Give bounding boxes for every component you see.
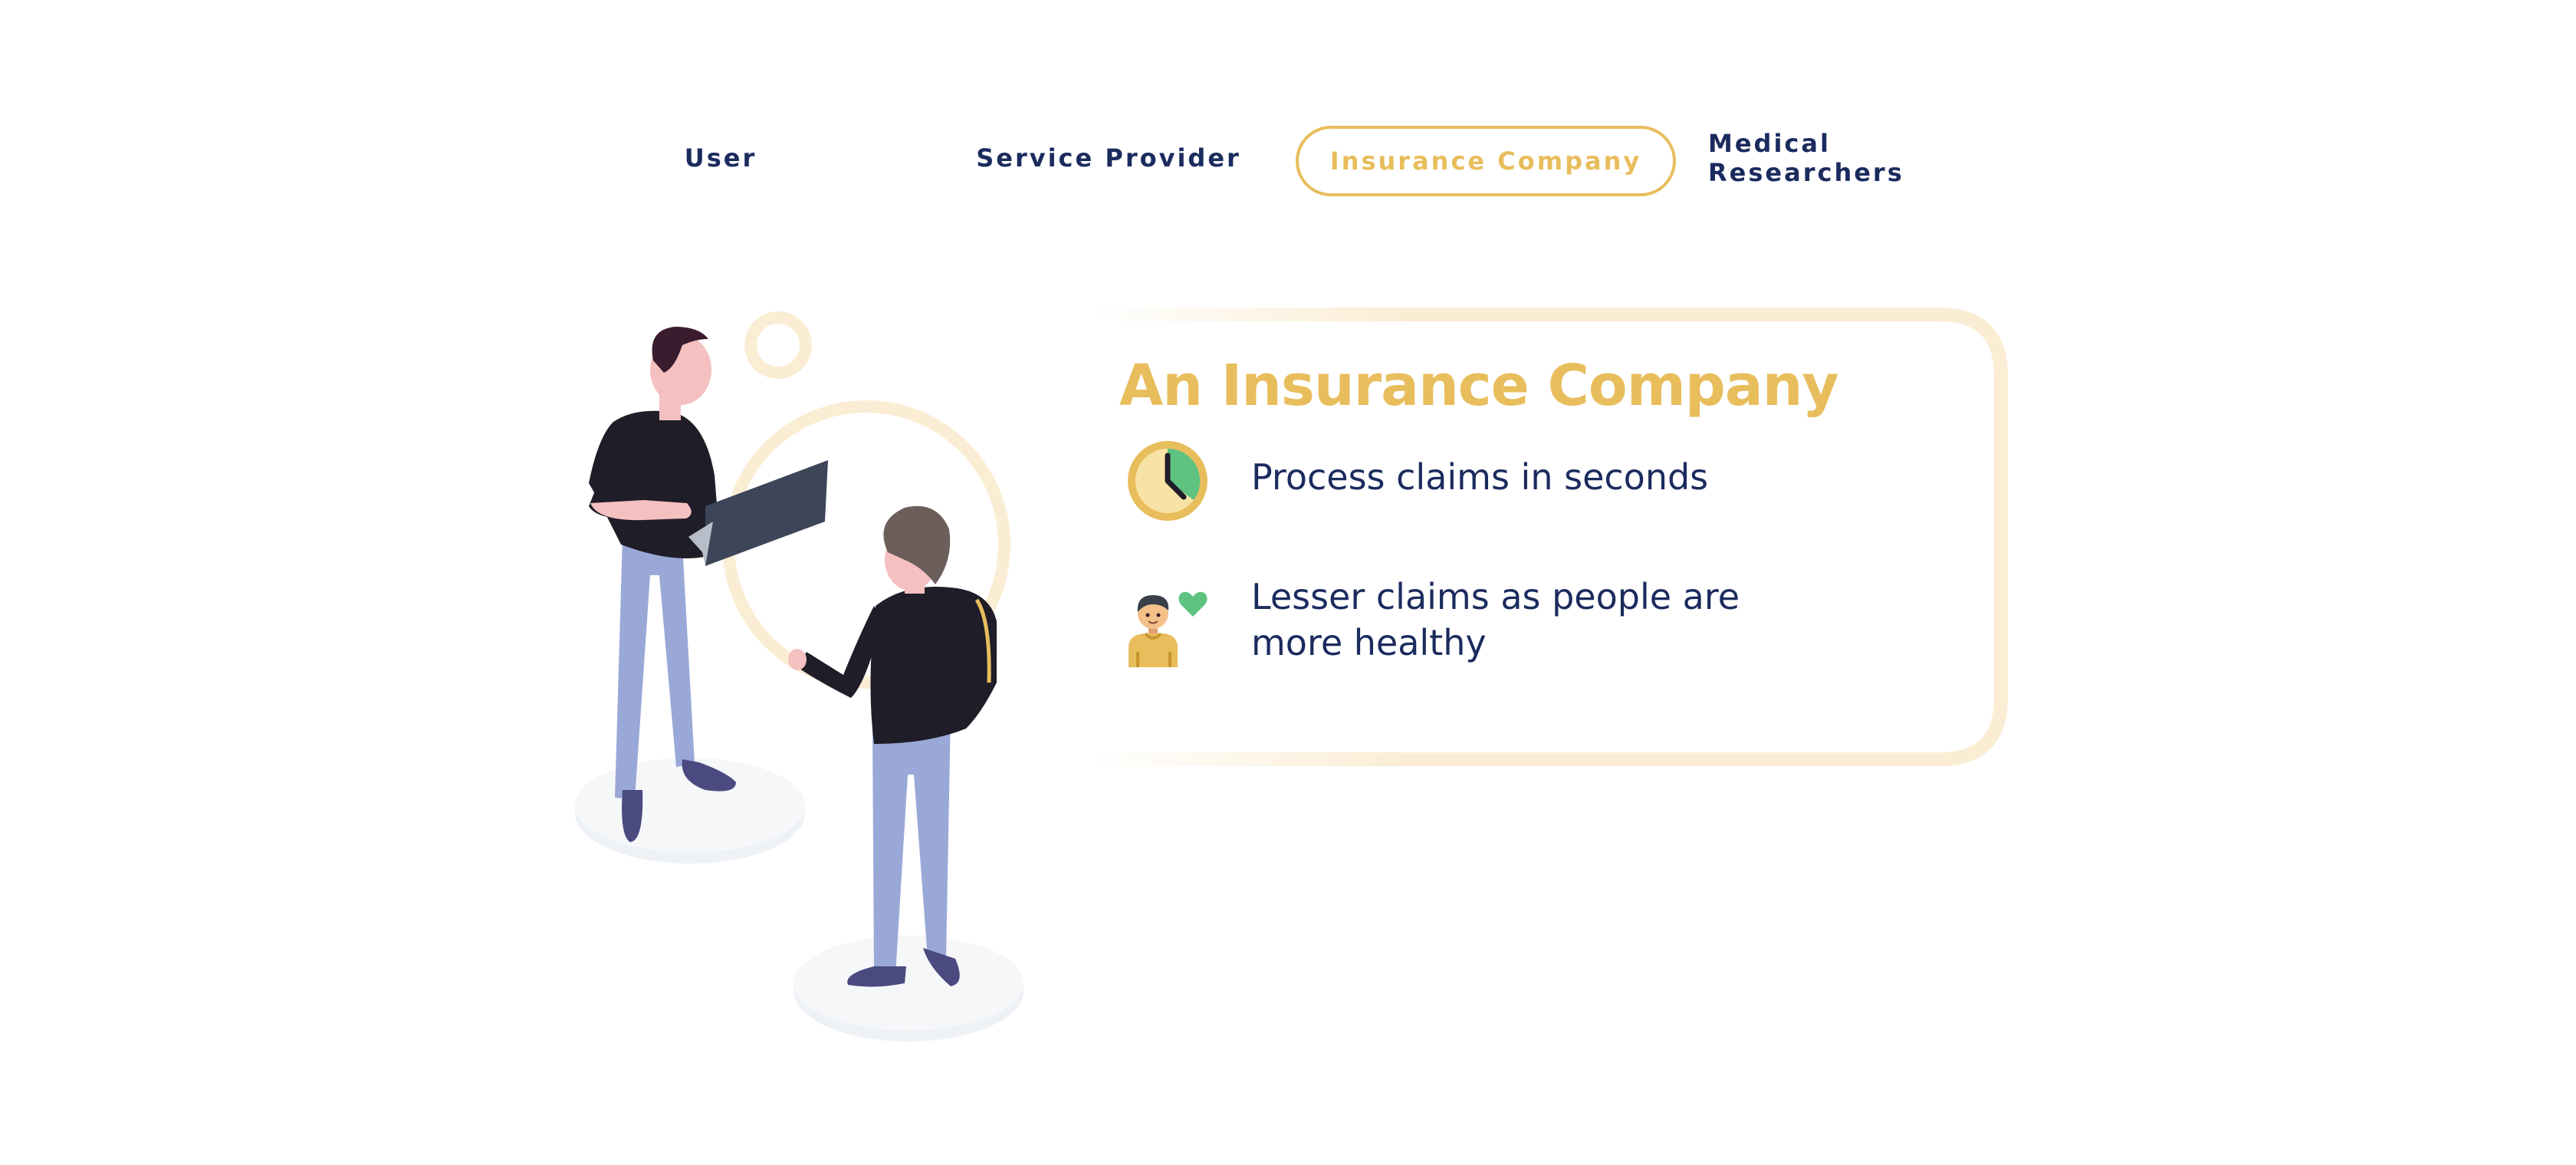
ground-shadow [794, 936, 1024, 1031]
benefit-text: Lesser claims as people are more healthy [1251, 576, 1740, 663]
healthy-person-heart-icon [1129, 591, 1208, 667]
card-title: An Insurance Company [1119, 353, 1839, 419]
audience-tabs: User Service Provider Insurance Company … [0, 123, 2576, 199]
tab-insurance-company-label: Insurance Company [1329, 146, 1642, 176]
small-ring-decoration [744, 311, 812, 379]
two-people-with-laptop-illustration [575, 311, 1024, 1042]
tab-medical-researchers-label: Medical Researchers [1708, 129, 1904, 187]
tab-user-label: User [684, 143, 757, 173]
page: User Service Provider Insurance Company … [0, 0, 2576, 1165]
benefit-item: Lesser claims as people are more healthy [1125, 576, 1834, 667]
tab-service-provider-label: Service Provider [976, 143, 1241, 173]
person-standing [788, 505, 997, 987]
benefit-text: Process claims in seconds [1251, 456, 1709, 498]
tab-service-provider[interactable]: Service Provider [971, 123, 1247, 193]
benefit-item: Process claims in seconds [1125, 439, 1834, 523]
insurance-company-card: An Insurance Company Process claims in s… [1089, 307, 2009, 767]
tab-user[interactable]: User [644, 123, 797, 193]
tab-insurance-company[interactable]: Insurance Company [1296, 126, 1676, 196]
clock-icon [1128, 441, 1208, 521]
tab-medical-researchers[interactable]: Medical Researchers [1708, 123, 2030, 193]
